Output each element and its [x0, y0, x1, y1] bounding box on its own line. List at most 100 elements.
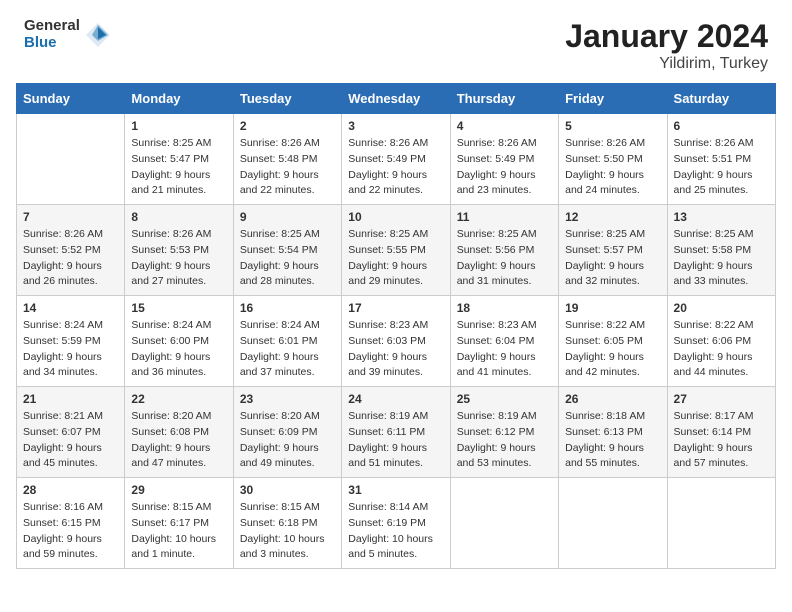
day-number: 27: [674, 392, 769, 406]
calendar-subtitle: Yildirim, Turkey: [565, 55, 768, 73]
day-number: 8: [131, 210, 226, 224]
calendar-cell: 19Sunrise: 8:22 AMSunset: 6:05 PMDayligh…: [559, 296, 667, 387]
calendar-cell: [450, 478, 558, 569]
header-day-sunday: Sunday: [17, 84, 125, 114]
day-number: 26: [565, 392, 660, 406]
calendar-cell: 30Sunrise: 8:15 AMSunset: 6:18 PMDayligh…: [233, 478, 341, 569]
calendar-cell: 12 Sunrise: 8:25 AMSunset: 5:57 PMDayligh…: [559, 205, 667, 296]
day-number: 7: [23, 210, 118, 224]
day-number: 21: [23, 392, 118, 406]
calendar-cell: [17, 114, 125, 205]
calendar-cell: 6Sunrise: 8:26 AMSunset: 5:51 PMDaylight…: [667, 114, 775, 205]
day-number: 11: [457, 210, 552, 224]
calendar-cell: 20 Sunrise: 8:22 AMSunset: 6:06 PMDayligh…: [667, 296, 775, 387]
day-number: 12: [565, 210, 660, 224]
calendar-cell: 25 Sunrise: 8:19 AMSunset: 6:12 PMDayligh…: [450, 387, 558, 478]
day-info: Sunrise: 8:25 AMSunset: 5:57 PMDaylight:…: [565, 227, 660, 290]
calendar-table: SundayMondayTuesdayWednesdayThursdayFrid…: [16, 83, 776, 569]
day-number: 4: [457, 119, 552, 133]
day-info: Sunrise: 8:25 AMSunset: 5:58 PMDaylight:…: [674, 227, 769, 290]
day-info: Sunrise: 8:20 AMSunset: 6:08 PMDaylight:…: [131, 409, 226, 472]
day-number: 24: [348, 392, 443, 406]
day-info: Sunrise: 8:25 AMSunset: 5:54 PMDaylight:…: [240, 227, 335, 290]
header-day-thursday: Thursday: [450, 84, 558, 114]
day-number: 9: [240, 210, 335, 224]
header-day-monday: Monday: [125, 84, 233, 114]
day-info: Sunrise: 8:26 AMSunset: 5:49 PMDaylight:…: [457, 136, 552, 199]
calendar-cell: 13Sunrise: 8:25 AMSunset: 5:58 PMDayligh…: [667, 205, 775, 296]
logo-icon: [84, 21, 112, 49]
header-day-saturday: Saturday: [667, 84, 775, 114]
calendar-cell: 7 Sunrise: 8:26 AMSunset: 5:52 PMDaylight…: [17, 205, 125, 296]
day-info: Sunrise: 8:24 AMSunset: 6:01 PMDaylight:…: [240, 318, 335, 381]
calendar-week-row: 21 Sunrise: 8:21 AMSunset: 6:07 PMDayligh…: [17, 387, 776, 478]
calendar-cell: 29 Sunrise: 8:15 AMSunset: 6:17 PMDayligh…: [125, 478, 233, 569]
calendar-cell: 9 Sunrise: 8:25 AMSunset: 5:54 PMDaylight…: [233, 205, 341, 296]
page-header: General Blue January 2024 Yildirim, Turk…: [0, 0, 792, 83]
logo-blue-text: Blue: [24, 35, 80, 52]
calendar-container: SundayMondayTuesdayWednesdayThursdayFrid…: [0, 83, 792, 585]
calendar-cell: 16 Sunrise: 8:24 AMSunset: 6:01 PMDayligh…: [233, 296, 341, 387]
calendar-cell: 11 Sunrise: 8:25 AMSunset: 5:56 PMDayligh…: [450, 205, 558, 296]
day-number: 29: [131, 483, 226, 497]
calendar-cell: 14 Sunrise: 8:24 AMSunset: 5:59 PMDayligh…: [17, 296, 125, 387]
calendar-cell: 17Sunrise: 8:23 AMSunset: 6:03 PMDayligh…: [342, 296, 450, 387]
day-number: 31: [348, 483, 443, 497]
calendar-cell: 24 Sunrise: 8:19 AMSunset: 6:11 PMDayligh…: [342, 387, 450, 478]
calendar-cell: 18 Sunrise: 8:23 AMSunset: 6:04 PMDayligh…: [450, 296, 558, 387]
day-number: 10: [348, 210, 443, 224]
title-block: January 2024 Yildirim, Turkey: [565, 18, 768, 73]
day-number: 28: [23, 483, 118, 497]
day-info: Sunrise: 8:24 AMSunset: 6:00 PMDaylight:…: [131, 318, 226, 381]
day-info: Sunrise: 8:15 AMSunset: 6:18 PMDaylight:…: [240, 500, 335, 563]
day-number: 2: [240, 119, 335, 133]
calendar-cell: [667, 478, 775, 569]
day-info: Sunrise: 8:22 AMSunset: 6:06 PMDaylight:…: [674, 318, 769, 381]
calendar-cell: 10Sunrise: 8:25 AMSunset: 5:55 PMDayligh…: [342, 205, 450, 296]
day-info: Sunrise: 8:19 AMSunset: 6:11 PMDaylight:…: [348, 409, 443, 472]
calendar-cell: 15 Sunrise: 8:24 AMSunset: 6:00 PMDayligh…: [125, 296, 233, 387]
calendar-week-row: 14 Sunrise: 8:24 AMSunset: 5:59 PMDayligh…: [17, 296, 776, 387]
day-number: 22: [131, 392, 226, 406]
day-number: 16: [240, 301, 335, 315]
day-number: 5: [565, 119, 660, 133]
calendar-cell: 5Sunrise: 8:26 AMSunset: 5:50 PMDaylight…: [559, 114, 667, 205]
header-day-friday: Friday: [559, 84, 667, 114]
calendar-title: January 2024: [565, 18, 768, 55]
calendar-week-row: 7 Sunrise: 8:26 AMSunset: 5:52 PMDaylight…: [17, 205, 776, 296]
day-info: Sunrise: 8:25 AMSunset: 5:56 PMDaylight:…: [457, 227, 552, 290]
logo-general-text: General: [24, 18, 80, 35]
day-info: Sunrise: 8:21 AMSunset: 6:07 PMDaylight:…: [23, 409, 118, 472]
calendar-cell: [559, 478, 667, 569]
calendar-cell: 2Sunrise: 8:26 AMSunset: 5:48 PMDaylight…: [233, 114, 341, 205]
calendar-cell: 21 Sunrise: 8:21 AMSunset: 6:07 PMDayligh…: [17, 387, 125, 478]
header-day-wednesday: Wednesday: [342, 84, 450, 114]
day-number: 20: [674, 301, 769, 315]
day-number: 17: [348, 301, 443, 315]
day-info: Sunrise: 8:26 AMSunset: 5:52 PMDaylight:…: [23, 227, 118, 290]
day-info: Sunrise: 8:23 AMSunset: 6:04 PMDaylight:…: [457, 318, 552, 381]
day-number: 1: [131, 119, 226, 133]
header-day-tuesday: Tuesday: [233, 84, 341, 114]
day-info: Sunrise: 8:26 AMSunset: 5:49 PMDaylight:…: [348, 136, 443, 199]
calendar-cell: 22 Sunrise: 8:20 AMSunset: 6:08 PMDayligh…: [125, 387, 233, 478]
day-number: 3: [348, 119, 443, 133]
calendar-cell: 1Sunrise: 8:25 AMSunset: 5:47 PMDaylight…: [125, 114, 233, 205]
day-info: Sunrise: 8:26 AMSunset: 5:51 PMDaylight:…: [674, 136, 769, 199]
day-info: Sunrise: 8:15 AMSunset: 6:17 PMDaylight:…: [131, 500, 226, 563]
day-info: Sunrise: 8:19 AMSunset: 6:12 PMDaylight:…: [457, 409, 552, 472]
day-info: Sunrise: 8:24 AMSunset: 5:59 PMDaylight:…: [23, 318, 118, 381]
day-number: 18: [457, 301, 552, 315]
calendar-cell: 8Sunrise: 8:26 AMSunset: 5:53 PMDaylight…: [125, 205, 233, 296]
calendar-week-row: 28 Sunrise: 8:16 AMSunset: 6:15 PMDayligh…: [17, 478, 776, 569]
day-number: 15: [131, 301, 226, 315]
day-info: Sunrise: 8:20 AMSunset: 6:09 PMDaylight:…: [240, 409, 335, 472]
calendar-cell: 31 Sunrise: 8:14 AMSunset: 6:19 PMDayligh…: [342, 478, 450, 569]
day-info: Sunrise: 8:14 AMSunset: 6:19 PMDaylight:…: [348, 500, 443, 563]
calendar-header-row: SundayMondayTuesdayWednesdayThursdayFrid…: [17, 84, 776, 114]
calendar-cell: 28 Sunrise: 8:16 AMSunset: 6:15 PMDayligh…: [17, 478, 125, 569]
day-number: 25: [457, 392, 552, 406]
day-info: Sunrise: 8:16 AMSunset: 6:15 PMDaylight:…: [23, 500, 118, 563]
calendar-week-row: 1Sunrise: 8:25 AMSunset: 5:47 PMDaylight…: [17, 114, 776, 205]
day-number: 14: [23, 301, 118, 315]
